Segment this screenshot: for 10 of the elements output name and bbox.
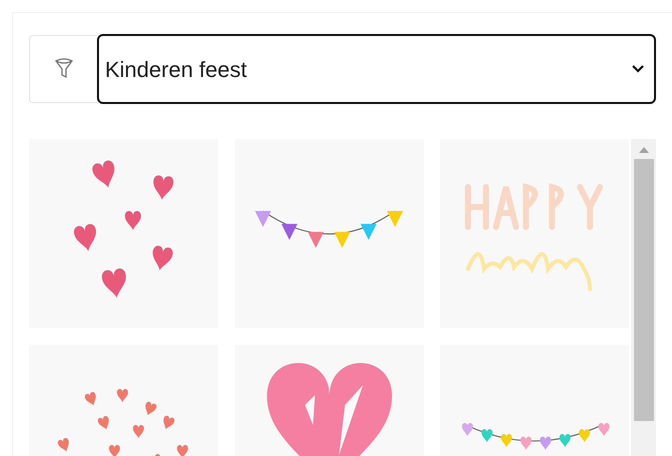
sticker-tile[interactable] [440, 139, 630, 328]
filter-icon [54, 58, 74, 80]
scroll-up-icon [638, 147, 648, 153]
category-select[interactable]: Kinderen feest [97, 34, 656, 104]
scrollbar-thumb[interactable] [634, 159, 654, 421]
scrollbar[interactable] [631, 139, 656, 456]
sticker-tile[interactable] [29, 139, 218, 328]
filter-button[interactable] [29, 35, 97, 103]
sticker-tile[interactable] [234, 139, 424, 328]
chevron-down-icon [632, 65, 644, 73]
